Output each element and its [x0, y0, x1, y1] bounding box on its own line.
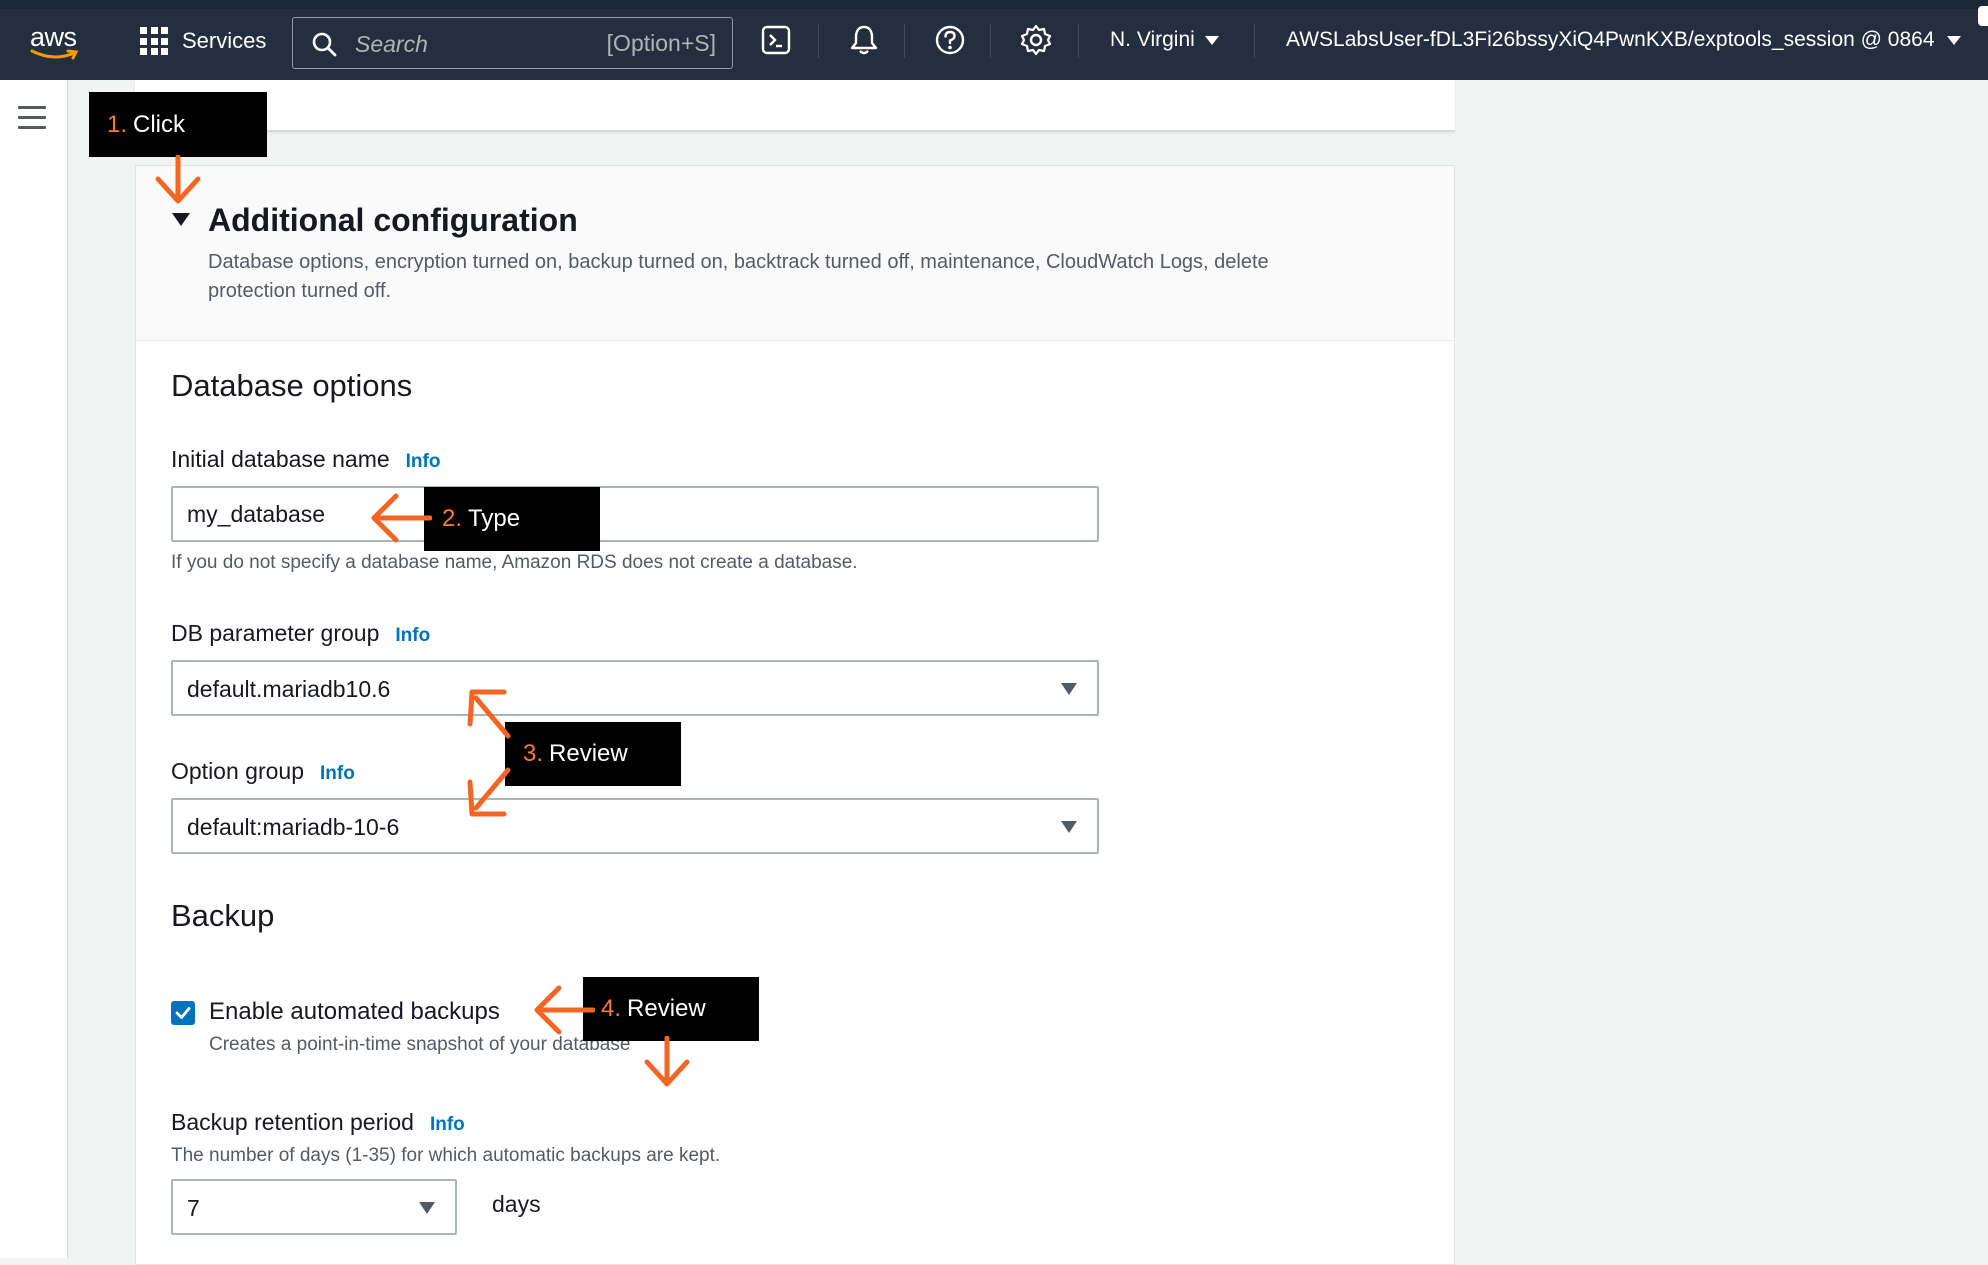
- services-menu-button[interactable]: Services: [140, 22, 266, 60]
- callout-number: 3.: [523, 740, 544, 767]
- backup-retention-period-label: Backup retention period Info: [171, 1109, 465, 1136]
- field-label-text: Initial database name: [171, 446, 390, 472]
- backup-heading: Backup: [171, 898, 275, 933]
- search-box[interactable]: [Option+S]: [292, 17, 733, 69]
- top-navigation: aws Services [Option+S]: [0, 0, 1988, 80]
- callout-number: 1.: [107, 110, 128, 138]
- initial-database-name-label: Initial database name Info: [171, 446, 440, 473]
- info-link[interactable]: Info: [395, 625, 430, 647]
- info-link[interactable]: Info: [430, 1114, 465, 1136]
- caret-down-icon: [419, 1202, 435, 1214]
- field-label-text: Option group: [171, 758, 304, 784]
- tutorial-callout-review-parameters: 3. Review: [505, 722, 681, 786]
- field-label-text: Backup retention period: [171, 1109, 414, 1135]
- info-link[interactable]: Info: [320, 763, 355, 785]
- database-options-heading: Database options: [171, 368, 413, 403]
- select-value: 7: [187, 1195, 200, 1221]
- cloudshell-icon[interactable]: [758, 22, 794, 58]
- additional-configuration-panel: Additional configuration Database option…: [135, 165, 1455, 1265]
- tutorial-callout-type: 2. Type: [424, 487, 600, 551]
- select-value: default.mariadb10.6: [187, 676, 391, 702]
- additional-configuration-header[interactable]: Additional configuration Database option…: [136, 166, 1454, 341]
- account-menu[interactable]: AWSLabsUser-fDL3Fi26bssyXiQ4PwnKXB/expto…: [1286, 28, 1961, 52]
- initial-database-name-input[interactable]: [171, 486, 1099, 542]
- services-label: Services: [182, 28, 267, 53]
- retention-unit-label: days: [492, 1191, 541, 1217]
- caret-down-icon: [1061, 821, 1077, 833]
- region-label: N. Virgini: [1110, 28, 1195, 51]
- enable-automated-backups-hint: Creates a point-in-time snapshot of your…: [209, 1034, 631, 1055]
- enable-automated-backups-label[interactable]: Enable automated backups: [209, 998, 500, 1026]
- section-title[interactable]: Additional configuration: [208, 202, 578, 239]
- section-description: Database options, encryption turned on, …: [208, 251, 1269, 302]
- search-icon: [312, 32, 337, 57]
- backup-retention-period-hint: The number of days (1-35) for which auto…: [171, 1145, 721, 1166]
- aws-logo[interactable]: aws: [28, 18, 84, 62]
- chevron-down-icon: [1946, 35, 1961, 45]
- window-edge-tab: [1978, 6, 1988, 26]
- region-selector[interactable]: N. Virgini: [1110, 28, 1219, 52]
- caret-down-icon: [1061, 683, 1077, 695]
- option-group-label: Option group Info: [171, 758, 355, 785]
- aws-smile-icon: [30, 49, 79, 60]
- tutorial-callout-review-backups: 4. Review: [583, 977, 759, 1041]
- checkmark-icon: [175, 1007, 191, 1019]
- account-label: AWSLabsUser-fDL3Fi26bssyXiQ4PwnKXB/expto…: [1286, 28, 1935, 51]
- callout-text: Review: [549, 740, 628, 767]
- menu-hamburger-icon[interactable]: [18, 106, 46, 136]
- side-navigation-rail: [0, 80, 68, 1258]
- callout-text: Click: [133, 110, 186, 138]
- option-group-select[interactable]: default:mariadb-10-6: [171, 798, 1099, 854]
- callout-text: Type: [468, 505, 521, 532]
- previous-section-card: [135, 80, 1455, 132]
- info-link[interactable]: Info: [406, 451, 441, 473]
- tutorial-callout-click: 1. Click: [89, 92, 267, 157]
- callout-text: Review: [627, 995, 706, 1022]
- notifications-bell-icon[interactable]: [846, 22, 882, 58]
- search-input[interactable]: [353, 27, 577, 61]
- caret-down-icon[interactable]: [172, 213, 190, 226]
- db-parameter-group-label: DB parameter group Info: [171, 620, 430, 647]
- field-label-text: DB parameter group: [171, 620, 380, 646]
- settings-gear-icon[interactable]: [1018, 22, 1054, 58]
- services-grid-icon: [140, 27, 168, 55]
- db-parameter-group-select[interactable]: default.mariadb10.6: [171, 660, 1099, 716]
- callout-number: 2.: [442, 505, 463, 532]
- help-icon[interactable]: [932, 22, 968, 58]
- enable-automated-backups-checkbox[interactable]: [171, 1001, 195, 1025]
- search-shortcut-hint: [Option+S]: [606, 30, 716, 56]
- select-value: default:mariadb-10-6: [187, 814, 400, 840]
- callout-number: 4.: [601, 995, 622, 1022]
- chevron-down-icon: [1204, 35, 1219, 45]
- backup-retention-period-select[interactable]: 7: [171, 1179, 457, 1235]
- initial-database-name-hint: If you do not specify a database name, A…: [171, 552, 858, 573]
